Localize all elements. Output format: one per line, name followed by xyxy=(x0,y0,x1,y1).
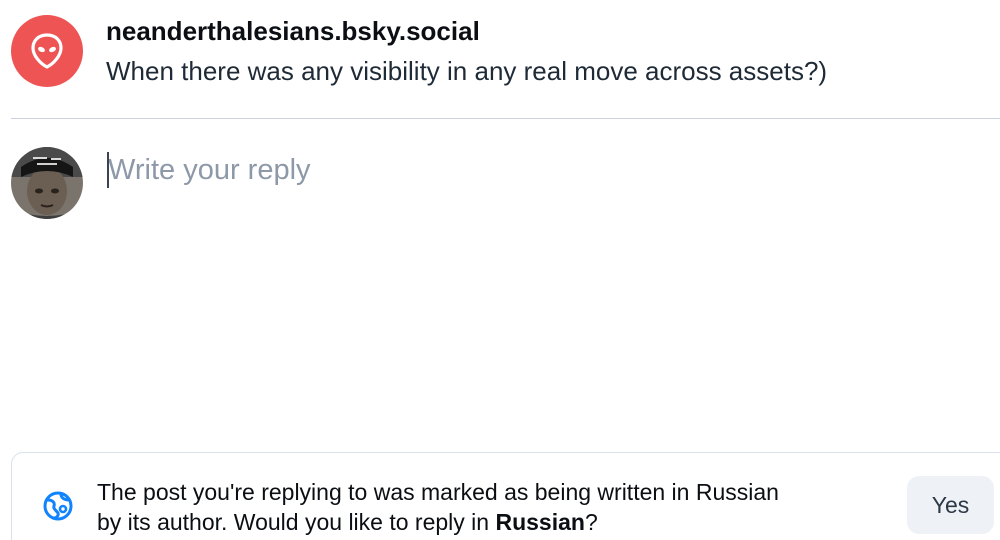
user-photo-avatar xyxy=(11,147,83,219)
language-suggestion-text: The post you're replying to was marked a… xyxy=(97,477,797,537)
parent-author-handle[interactable]: neanderthalesians.bsky.social xyxy=(106,16,480,47)
language-globe-icon xyxy=(43,491,73,521)
text-caret xyxy=(107,152,109,188)
parent-post-text: When there was any visibility in any rea… xyxy=(106,56,828,86)
language-suggestion-message: The post you're replying to was marked a… xyxy=(97,479,779,535)
parent-post: neanderthalesians.bsky.social When there… xyxy=(0,0,1000,118)
alien-icon xyxy=(31,33,63,69)
user-avatar[interactable] xyxy=(11,147,83,219)
language-suggestion-suffix: ? xyxy=(584,509,598,535)
yes-button[interactable]: Yes xyxy=(907,476,994,534)
reply-composer-page: neanderthalesians.bsky.social When there… xyxy=(0,0,1000,540)
reply-input[interactable] xyxy=(106,148,968,192)
language-suggestion-banner: The post you're replying to was marked a… xyxy=(11,452,1000,540)
divider xyxy=(11,118,1000,119)
parent-author-avatar[interactable] xyxy=(11,15,83,87)
language-name: Russian xyxy=(495,509,585,535)
